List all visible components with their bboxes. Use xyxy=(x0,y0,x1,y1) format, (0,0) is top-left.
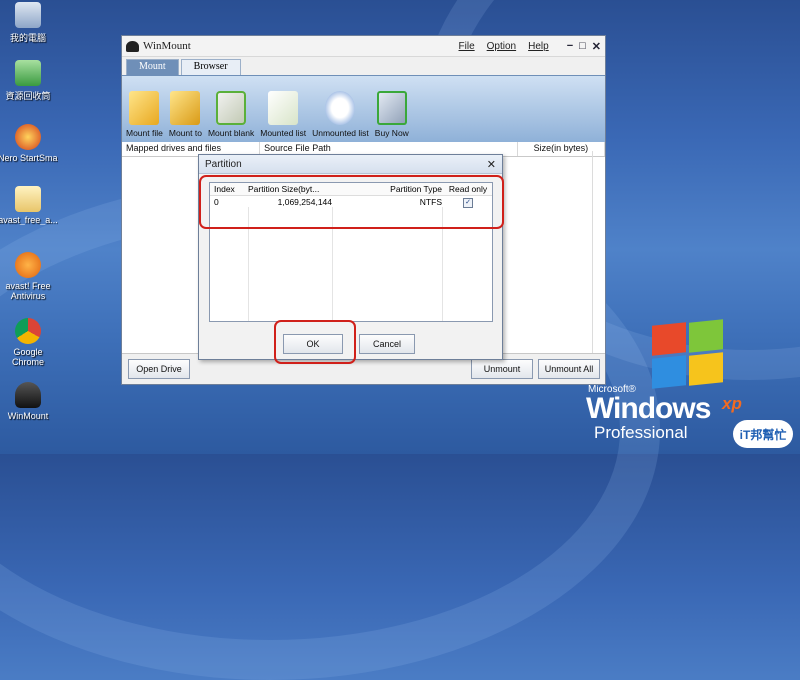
restore-icon[interactable]: □ xyxy=(579,40,586,53)
unmount-button[interactable]: Unmount xyxy=(471,359,533,379)
app-logo-icon xyxy=(126,40,139,52)
unmount-all-button[interactable]: Unmount All xyxy=(538,359,600,379)
menu-help[interactable]: Help xyxy=(528,41,549,52)
desktop-icon-label: 資源回收筒 xyxy=(5,91,51,101)
toolbar: Mount file Mount to Mount blank Mounted … xyxy=(122,75,605,142)
close-icon[interactable]: ✕ xyxy=(487,158,496,171)
toolbar-label: Buy Now xyxy=(374,128,409,138)
toolbar-label: Mount to xyxy=(168,128,202,138)
windows-flag-logo xyxy=(652,319,724,389)
mount-to-button[interactable]: Mount to xyxy=(169,91,202,138)
mount-file-button[interactable]: Mount file xyxy=(126,91,163,138)
desktop-icon-avast-file[interactable]: avast_free_a... xyxy=(0,186,58,225)
desktop-icon-my-computer[interactable]: 我的電腦 xyxy=(0,2,58,44)
desktop-icon-label: WinMount xyxy=(7,411,49,421)
desktop-icon-label: Google Chrome xyxy=(11,347,44,367)
toolbar-label: Unmounted list xyxy=(312,128,369,138)
cart-icon xyxy=(376,91,407,125)
windows-logo-edition: Professional xyxy=(594,423,688,442)
ithome-badge-text: iT邦幫忙 xyxy=(739,427,787,442)
dialog-titlebar[interactable]: Partition ✕ xyxy=(199,155,502,174)
windows-logo-xp: xp xyxy=(722,394,742,413)
close-icon[interactable]: ✕ xyxy=(592,40,601,53)
tab-browser[interactable]: Browser xyxy=(180,59,241,75)
unmounted-list-button[interactable]: Unmounted list xyxy=(312,91,369,138)
desktop-icon-label: Nero StartSmart xyxy=(0,153,58,163)
menu-option[interactable]: Option xyxy=(487,41,516,52)
window-titlebar[interactable]: WinMount File Option Help − □ ✕ xyxy=(122,36,605,57)
folder-icon xyxy=(129,91,160,125)
highlight-partition-row xyxy=(199,175,504,229)
minimize-icon[interactable]: − xyxy=(567,40,573,53)
desktop-icon-label: 我的電腦 xyxy=(9,33,46,43)
chrome-icon xyxy=(15,318,41,344)
recycle-bin-icon xyxy=(15,60,41,86)
list-icon xyxy=(268,91,299,125)
desktop-icon-winmount[interactable]: WinMount xyxy=(0,382,58,421)
tab-mount[interactable]: Mount xyxy=(126,59,179,75)
highlight-ok-button xyxy=(274,320,356,364)
desktop-icon-chrome[interactable]: Google Chrome xyxy=(0,318,58,367)
desktop-icon-avast[interactable]: avast! Free Antivirus xyxy=(0,252,58,301)
open-drive-button[interactable]: Open Drive xyxy=(128,359,190,379)
toolbar-label: Mount blank xyxy=(207,128,255,138)
desktop-icon-label: avast! Free Antivirus xyxy=(5,281,51,301)
file-icon xyxy=(15,186,41,212)
disk-add-icon xyxy=(216,91,247,125)
computer-icon xyxy=(15,2,41,28)
ithome-badge: iT邦幫忙 xyxy=(733,420,793,448)
window-title: WinMount xyxy=(143,40,191,52)
desktop-icon-nero[interactable]: Nero StartSmart xyxy=(0,124,58,163)
folder-arrow-icon xyxy=(170,91,201,125)
mount-blank-button[interactable]: Mount blank xyxy=(208,91,254,138)
menu-file[interactable]: File xyxy=(459,41,475,52)
desktop-icon-recycle-bin[interactable]: 資源回收筒 xyxy=(0,60,58,102)
mounted-list-button[interactable]: Mounted list xyxy=(260,91,306,138)
toolbar-label: Mounted list xyxy=(260,128,307,138)
toolbar-label: Mount file xyxy=(126,128,163,138)
avast-icon xyxy=(15,252,41,278)
cancel-button[interactable]: Cancel xyxy=(359,334,415,354)
winmount-icon xyxy=(15,382,41,408)
dialog-title: Partition xyxy=(205,158,242,170)
clock-icon xyxy=(325,91,356,125)
nero-icon xyxy=(15,124,41,150)
buy-now-button[interactable]: Buy Now xyxy=(375,91,409,138)
windows-logo-text: Windows xyxy=(586,392,711,425)
desktop-icon-label: avast_free_a... xyxy=(0,215,58,225)
